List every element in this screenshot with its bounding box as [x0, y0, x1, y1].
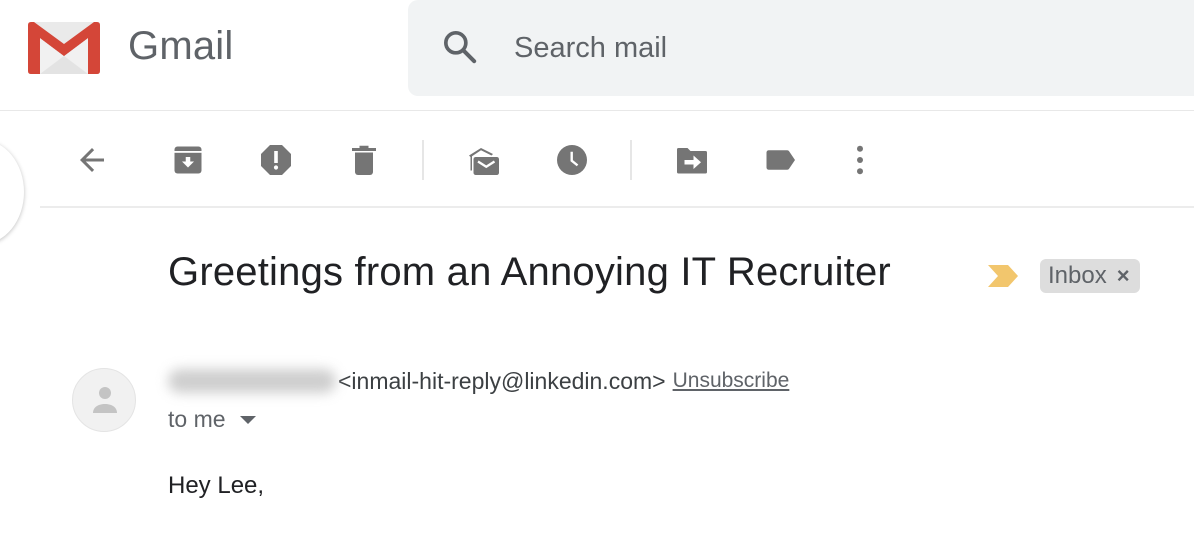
move-to-button[interactable] — [672, 140, 712, 180]
clock-icon — [557, 145, 587, 175]
sender-email: <inmail-hit-reply@linkedin.com> — [338, 367, 666, 394]
gmail-logo-icon[interactable] — [28, 22, 100, 74]
app-name: Gmail — [128, 24, 234, 68]
unsubscribe-link[interactable]: Unsubscribe — [673, 369, 790, 393]
sender-name-redacted[interactable]: [redacted] — [168, 369, 336, 393]
label-icon — [766, 150, 795, 170]
email-subject: Greetings from an Annoying IT Recruiter — [168, 250, 891, 294]
sender-avatar[interactable] — [72, 368, 136, 432]
back-button[interactable] — [72, 140, 112, 180]
search-icon[interactable] — [440, 27, 480, 67]
more-button[interactable] — [840, 140, 880, 180]
message-toolbar — [40, 112, 1194, 208]
recipient-details-toggle[interactable]: to me — [168, 406, 256, 433]
search-input[interactable] — [514, 26, 1114, 70]
mark-unread-button[interactable] — [464, 140, 504, 180]
caret-down-icon — [239, 415, 256, 424]
move-to-icon — [677, 148, 707, 174]
toolbar-divider — [630, 140, 632, 180]
archive-button[interactable] — [168, 140, 208, 180]
person-icon — [93, 387, 117, 413]
archive-icon — [174, 146, 202, 174]
importance-marker-icon[interactable] — [986, 263, 1020, 289]
search-bar — [408, 0, 1194, 96]
arrow-left-icon — [80, 148, 104, 172]
app-header: Gmail — [0, 0, 1194, 111]
remove-label-icon[interactable]: × — [1117, 263, 1130, 289]
recipient-text: to me — [168, 406, 226, 432]
report-spam-button[interactable] — [256, 140, 296, 180]
sender-line: [redacted] <inmail-hit-reply@linkedin.co… — [168, 366, 789, 396]
more-vert-icon — [857, 145, 863, 175]
compose-button-partial[interactable] — [0, 140, 24, 244]
mark-unread-icon — [469, 148, 499, 175]
labels-button[interactable] — [760, 140, 800, 180]
label-chip-inbox: Inbox × — [1040, 259, 1140, 293]
delete-button[interactable] — [344, 140, 384, 180]
trash-icon — [352, 145, 376, 175]
email-body-greeting: Hey Lee, — [168, 472, 265, 499]
report-spam-icon — [261, 145, 291, 175]
snooze-button[interactable] — [552, 140, 592, 180]
label-chip-text: Inbox — [1048, 262, 1107, 289]
toolbar-divider — [422, 140, 424, 180]
